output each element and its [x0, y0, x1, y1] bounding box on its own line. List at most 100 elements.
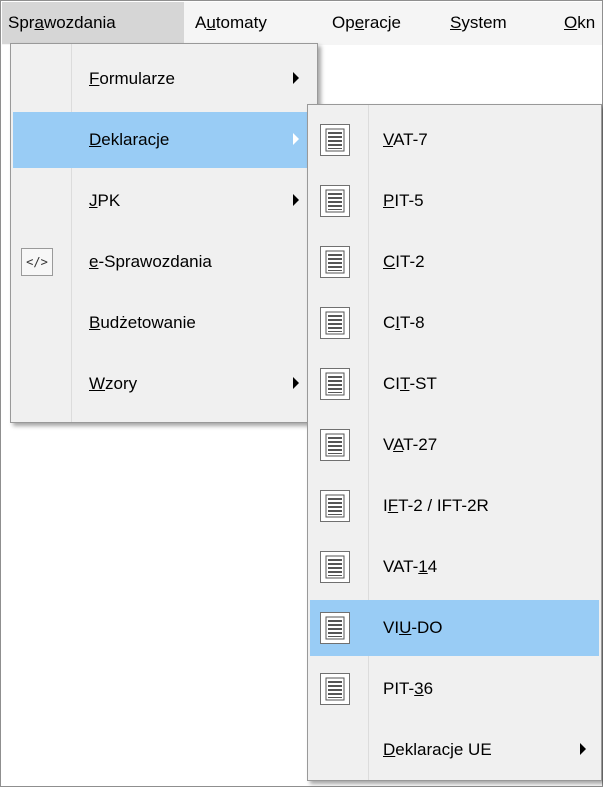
menubar-system[interactable]: System [450, 2, 507, 44]
mnemonic: S [450, 13, 462, 32]
label-part: VI [383, 618, 400, 637]
menu-item-label: e-Sprawozdania [89, 234, 212, 290]
menu-item-pit-36[interactable]: PIT-36 [310, 661, 599, 717]
label-part: PIT- [383, 679, 415, 698]
menu-bar: Sprawozdania Automaty Operacje System Ok… [2, 2, 602, 45]
label-part: 6 [423, 679, 434, 698]
label-part: tomaty [215, 13, 267, 32]
menu-item-deklaracje-ue[interactable]: Deklaracje UE [310, 722, 599, 778]
label-part: -DO [411, 618, 443, 637]
menubar-okno[interactable]: Okn [564, 2, 595, 44]
document-icon [320, 429, 350, 461]
menu-item-label: Formularze [89, 51, 175, 107]
label-part: zory [105, 374, 138, 393]
menu-item-cit-st[interactable]: CIT-ST [310, 356, 599, 412]
submenu-arrow-icon [293, 377, 299, 389]
label-part: eklaracje [101, 130, 170, 149]
label-part: wozdania [43, 13, 116, 32]
menu-item-vat-7[interactable]: VAT-7 [310, 112, 599, 168]
submenu-arrow-icon [580, 743, 586, 755]
label-part: 4 [427, 557, 438, 576]
submenu-arrow-icon [293, 72, 299, 84]
menu-item-label: Deklaracje [89, 112, 169, 168]
menu-item-cit-2[interactable]: CIT-2 [310, 234, 599, 290]
label-part: V [383, 435, 394, 454]
label-part: A [195, 13, 207, 32]
menu-item-jpk[interactable]: JPK [13, 173, 315, 229]
label-part: AT-7 [393, 130, 428, 149]
label-part: IT-5 [394, 191, 424, 210]
submenu-arrow-icon [293, 194, 299, 206]
label-part: udżetowanie [100, 313, 196, 332]
menu-item-label: Budżetowanie [89, 295, 196, 351]
menu-item-label: VIU-DO [383, 600, 443, 656]
mnemonic: a [34, 13, 44, 32]
menu-item-label: PIT-36 [383, 661, 433, 717]
label-part: kn [577, 13, 596, 32]
menubar-sprawozdania[interactable]: Sprawozdania [2, 2, 184, 44]
menu-item-label: CIT-ST [383, 356, 437, 412]
mnemonic: A [393, 435, 404, 454]
label-part: C [383, 313, 396, 332]
deklaracje-submenu: VAT-7 PIT-5 CIT-2 CIT-8 CIT-ST VAT-27 IFT-2 / … [307, 104, 602, 781]
menu-item-ift-2-ift-2r[interactable]: IFT-2 / IFT-2R [310, 478, 599, 534]
menu-item-label: JPK [89, 173, 120, 229]
label-part: CI [383, 374, 400, 393]
label-part: Spr [8, 13, 35, 32]
mnemonic: 1 [418, 557, 428, 576]
mnemonic: J [89, 191, 98, 210]
sprawozdania-menu: Formularze Deklaracje JPK </> e-Sprawozd… [10, 43, 318, 423]
label-part: PK [97, 191, 121, 210]
menu-item-label: CIT-8 [383, 295, 425, 351]
mnemonic: F [387, 496, 399, 515]
menu-item-cit-8[interactable]: CIT-8 [310, 295, 599, 351]
menu-item-formularze[interactable]: Formularze [13, 51, 315, 107]
mnemonic: C [383, 252, 396, 271]
label-part: T-2 / IFT-2R [398, 496, 489, 515]
label-part: -ST [409, 374, 437, 393]
menu-item-e-sprawozdania[interactable]: </> e-Sprawozdania [13, 234, 315, 290]
mnemonic: 3 [414, 679, 424, 698]
menu-item-label: IFT-2 / IFT-2R [383, 478, 489, 534]
menu-item-pit-5[interactable]: PIT-5 [310, 173, 599, 229]
menubar-operacje[interactable]: Operacje [332, 2, 401, 44]
label-part: ormularze [99, 69, 175, 88]
label-part: VAT- [383, 557, 419, 576]
mnemonic: O [564, 13, 578, 32]
menu-item-budzetowanie[interactable]: Budżetowanie [13, 295, 315, 351]
menubar-automaty[interactable]: Automaty [195, 2, 267, 44]
label-part: ystem [461, 13, 507, 32]
menu-item-label: PIT-5 [383, 173, 424, 229]
menu-item-label: VAT-7 [383, 112, 428, 168]
menu-item-label: CIT-2 [383, 234, 425, 290]
mnemonic: u [206, 13, 216, 32]
label-part: -Sprawozdania [98, 252, 212, 271]
menu-item-wzory[interactable]: Wzory [13, 356, 315, 412]
document-icon [320, 612, 350, 644]
label-part: T-8 [400, 313, 425, 332]
menu-item-label: VAT-14 [383, 539, 437, 595]
label-part: IT-2 [395, 252, 425, 271]
menu-item-label: Wzory [89, 356, 137, 412]
mnemonic: B [89, 313, 101, 332]
document-icon [320, 490, 350, 522]
document-icon [320, 124, 350, 156]
menu-item-label: VAT-27 [383, 417, 437, 473]
label-part: racje [364, 13, 402, 32]
label-part: eklaracje UE [395, 740, 492, 759]
label-part: T-27 [403, 435, 438, 454]
menubar-label: Sprawozdania [2, 13, 116, 32]
document-icon [320, 307, 350, 339]
document-icon [320, 551, 350, 583]
submenu-arrow-icon [293, 133, 299, 145]
menu-item-vat-14[interactable]: VAT-14 [310, 539, 599, 595]
menu-item-viu-do[interactable]: VIU-DO [310, 600, 599, 656]
mnemonic: U [399, 618, 412, 637]
mnemonic: V [383, 130, 394, 149]
menu-item-deklaracje[interactable]: Deklaracje [13, 112, 315, 168]
document-icon [320, 246, 350, 278]
mnemonic: W [89, 374, 106, 393]
menu-item-vat-27[interactable]: VAT-27 [310, 417, 599, 473]
mnemonic: D [89, 130, 102, 149]
document-icon [320, 185, 350, 217]
